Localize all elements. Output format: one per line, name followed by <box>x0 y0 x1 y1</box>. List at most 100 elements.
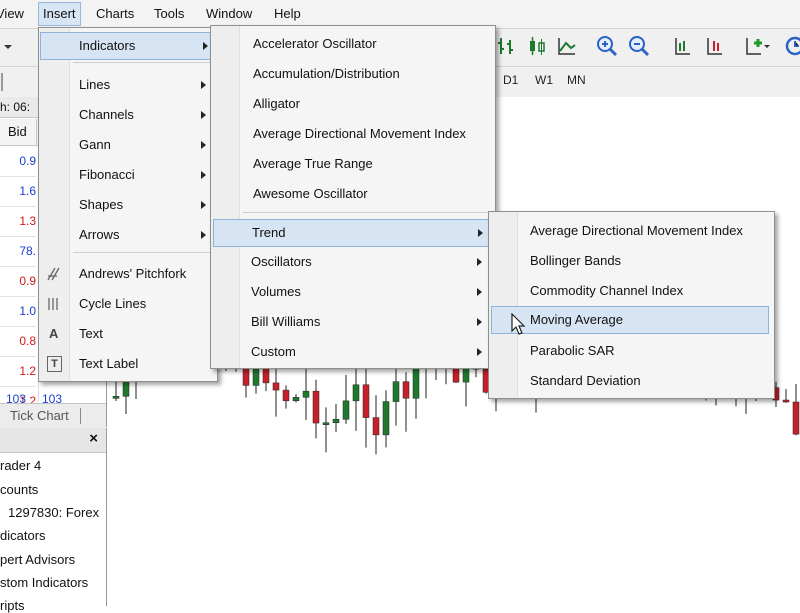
period-icon[interactable] <box>784 35 800 57</box>
menu-item-parabolic-sar[interactable]: Parabolic SAR <box>489 338 772 364</box>
bar-chart-icon[interactable] <box>496 35 518 57</box>
market-watch-row[interactable]: 0.9 <box>0 267 36 297</box>
menu-view[interactable]: View <box>0 0 28 28</box>
timeframe-d1[interactable]: D1 <box>503 73 518 87</box>
column-divider[interactable] <box>36 119 37 145</box>
menu-item-moving-average[interactable]: Moving Average <box>491 306 769 334</box>
menu-item-alligator[interactable]: Alligator <box>211 91 493 117</box>
menu-separator <box>73 62 213 63</box>
candle-body <box>342 400 350 420</box>
menu-item-label: Accelerator Oscillator <box>253 36 377 51</box>
add-indicator-icon[interactable] <box>744 35 772 57</box>
menu-item-average-true-range[interactable]: Average True Range <box>211 151 493 177</box>
nav-item-accounts[interactable]: counts <box>0 482 38 497</box>
insert-menu: Indicators Lines Channels Gann Fibonacci… <box>38 27 218 382</box>
tab-tick-chart[interactable]: Tick Chart <box>10 408 69 423</box>
candlestick-icon[interactable] <box>526 35 548 57</box>
dropdown-arrow-icon[interactable] <box>0 35 16 57</box>
submenu-arrow-icon <box>478 229 483 237</box>
market-watch-row[interactable]: 0.9 <box>0 147 36 177</box>
menu-item-trend[interactable]: Trend <box>213 219 491 247</box>
text-label-icon: T <box>47 356 62 372</box>
submenu-arrow-icon <box>201 141 206 149</box>
menu-item-commodity-channel-index[interactable]: Commodity Channel Index <box>489 278 772 304</box>
menu-item-label: Gann <box>79 137 111 152</box>
menu-charts[interactable]: Charts <box>92 0 138 28</box>
menu-item-volumes[interactable]: Volumes <box>211 279 493 305</box>
nav-item-terminal[interactable]: rader 4 <box>0 458 41 473</box>
menu-item-accelerator-oscillator[interactable]: Accelerator Oscillator <box>211 31 493 57</box>
menu-item-arrows[interactable]: Arrows <box>39 222 215 248</box>
menu-item-label: Parabolic SAR <box>530 343 615 358</box>
nav-item-indicators[interactable]: dicators <box>0 528 46 543</box>
menu-item-indicators[interactable]: Indicators <box>40 32 216 60</box>
candle-body <box>362 384 370 418</box>
market-watch-time: h: 06: <box>0 100 31 114</box>
candle-body <box>282 389 290 402</box>
menu-item-bill-williams[interactable]: Bill Williams <box>211 309 493 335</box>
menu-item-channels[interactable]: Channels <box>39 102 215 128</box>
menu-item-standard-deviation[interactable]: Standard Deviation <box>489 368 772 394</box>
close-icon[interactable]: × <box>89 430 98 447</box>
menu-item-label: Trend <box>252 225 286 240</box>
menu-item-text[interactable]: A Text <box>39 321 215 347</box>
market-watch-row[interactable]: 1.2 <box>0 357 36 387</box>
menu-help[interactable]: Help <box>270 0 305 28</box>
menu-item-label: Cycle Lines <box>79 296 147 311</box>
submenu-arrow-icon <box>477 318 482 326</box>
candle-body <box>242 366 250 386</box>
market-watch-row[interactable]: 78. <box>0 237 36 267</box>
menu-item-label: Shapes <box>79 197 124 212</box>
candle-body <box>352 384 360 402</box>
autoscroll-icon[interactable] <box>704 35 726 57</box>
menu-item-label: Custom <box>251 344 296 359</box>
menu-item-andrews-pitchfork[interactable]: Andrews' Pitchfork <box>39 261 215 287</box>
zoom-out-icon[interactable] <box>628 35 650 57</box>
market-watch-row[interactable]: 1.6 <box>0 177 36 207</box>
submenu-arrow-icon <box>477 258 482 266</box>
menu-item-lines[interactable]: Lines <box>39 72 215 98</box>
candle-body <box>332 419 340 423</box>
menu-insert[interactable]: Insert <box>38 2 81 26</box>
zoom-in-icon[interactable] <box>596 35 618 57</box>
nav-item-expert-advisors[interactable]: pert Advisors <box>0 552 75 567</box>
menu-item-cycle-lines[interactable]: Cycle Lines <box>39 291 215 317</box>
cycle-lines-icon <box>48 298 58 310</box>
menu-tools[interactable]: Tools <box>150 0 188 28</box>
menu-item-accumulation-distribution[interactable]: Accumulation/Distribution <box>211 61 493 87</box>
menu-item-label: Moving Average <box>530 312 623 327</box>
menu-item-awesome-oscillator[interactable]: Awesome Oscillator <box>211 181 493 207</box>
market-watch-row[interactable]: 1.0 <box>0 297 36 327</box>
menu-window[interactable]: Window <box>202 0 256 28</box>
menu-item-label: Bollinger Bands <box>530 253 622 268</box>
timeframe-mn[interactable]: MN <box>567 73 586 87</box>
pitchfork-icon <box>47 267 60 281</box>
menu-item-fibonacci[interactable]: Fibonacci <box>39 162 215 188</box>
line-chart-icon[interactable] <box>556 35 578 57</box>
nav-item-account[interactable]: 1297830: Forex <box>8 505 99 520</box>
menu-item-bollinger-bands[interactable]: Bollinger Bands <box>489 248 772 274</box>
menu-item-label: Standard Deviation <box>530 373 641 388</box>
market-watch-row[interactable]: 0.8 <box>0 327 36 357</box>
menu-item-adx-trend[interactable]: Average Directional Movement Index <box>489 218 772 244</box>
candle-body <box>782 399 790 403</box>
menu-item-label: Channels <box>79 107 134 122</box>
menu-item-label: Lines <box>79 77 111 92</box>
candle-body <box>302 390 310 398</box>
market-watch-row[interactable]: 1.3 <box>0 207 36 237</box>
submenu-arrow-icon <box>477 348 482 356</box>
menu-item-oscillators[interactable]: Oscillators <box>211 249 493 275</box>
timeframe-w1[interactable]: W1 <box>535 73 553 87</box>
menu-item-text-label[interactable]: T Text Label <box>39 351 215 377</box>
candle-body <box>792 401 800 435</box>
column-bid[interactable]: Bid <box>8 124 27 139</box>
menu-item-gann[interactable]: Gann <box>39 132 215 158</box>
menu-item-adx[interactable]: Average Directional Movement Index <box>211 121 493 147</box>
menu-separator <box>73 252 213 253</box>
menu-item-custom[interactable]: Custom <box>211 339 493 365</box>
menu-item-shapes[interactable]: Shapes <box>39 192 215 218</box>
chart-shift-icon[interactable] <box>672 35 694 57</box>
menu-item-label: Commodity Channel Index <box>530 283 684 298</box>
nav-item-custom-indicators[interactable]: stom Indicators <box>0 575 88 590</box>
menu-item-label: Oscillators <box>251 254 312 269</box>
